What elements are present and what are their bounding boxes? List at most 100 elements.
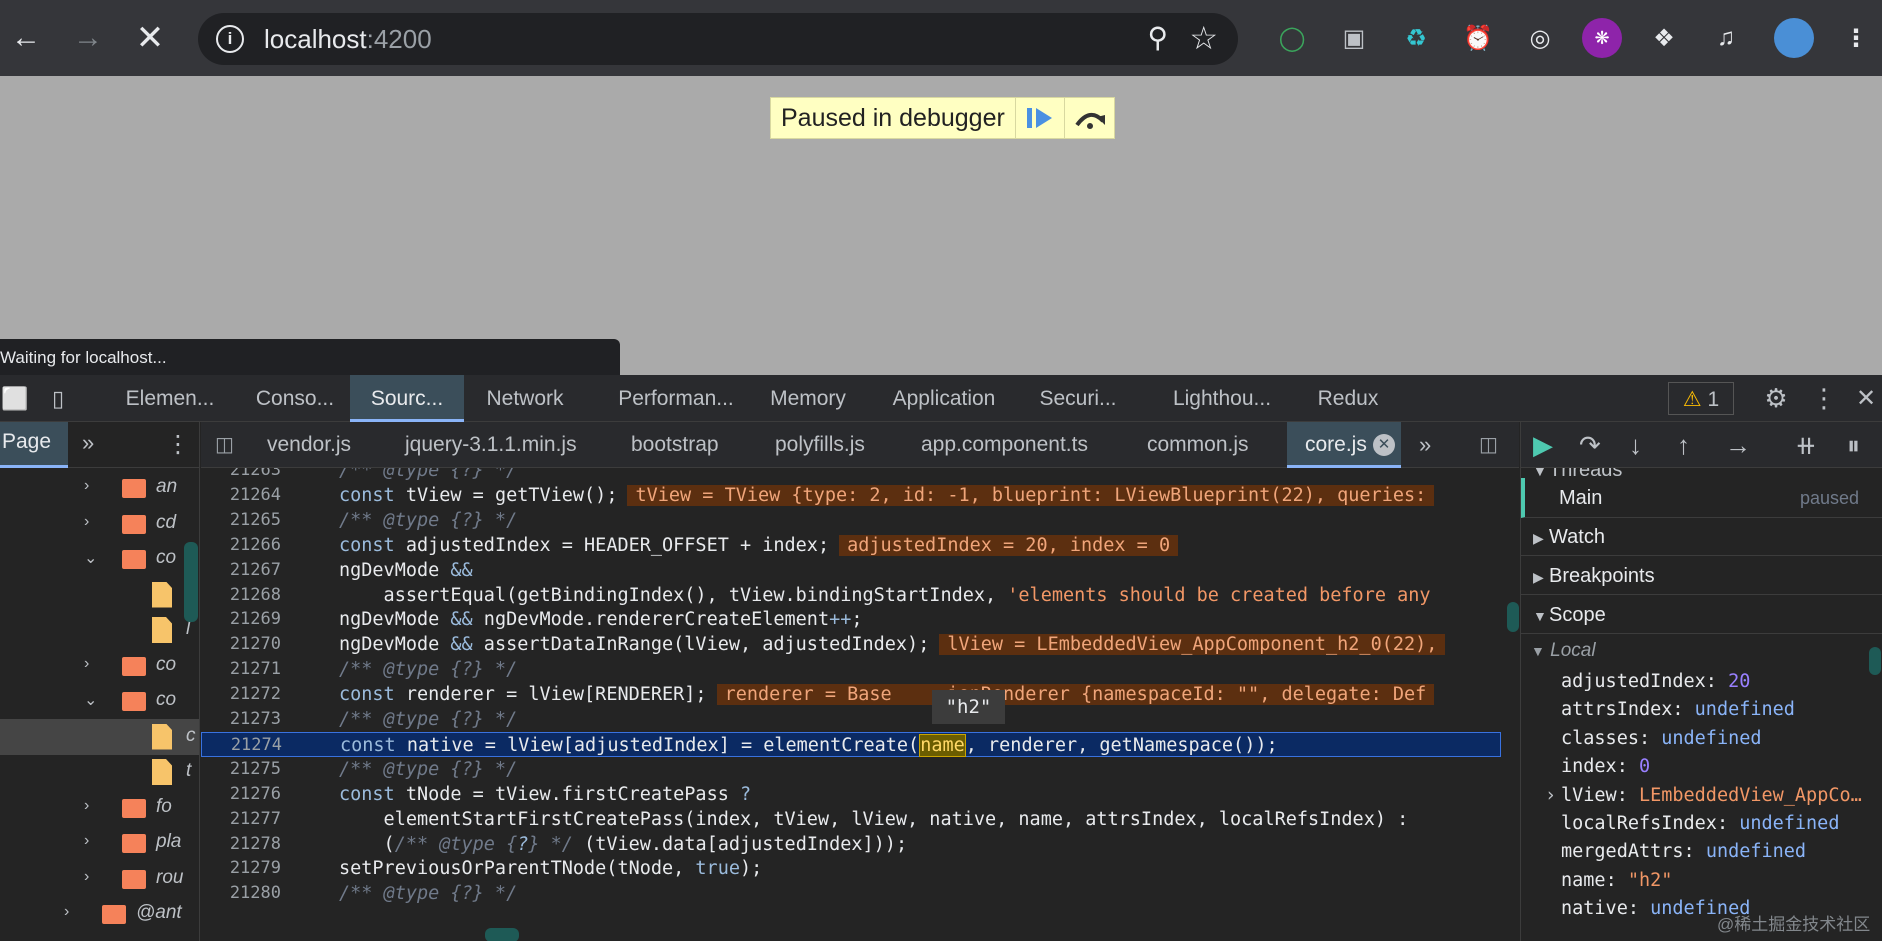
step-over-icon[interactable]: ↷ [1579, 430, 1601, 461]
zoom-icon[interactable]: ⚲ [1147, 21, 1168, 54]
deactivate-breakpoints-icon[interactable]: ⧺ [1795, 430, 1817, 461]
bookmark-star-icon[interactable]: ☆ [1189, 19, 1218, 57]
file-tab-app-component[interactable]: app.component.ts [921, 422, 1088, 468]
more-options-icon[interactable]: ⋮ [1806, 375, 1842, 422]
tab-page[interactable]: Page [0, 422, 68, 468]
tree-item[interactable]: t [0, 754, 199, 790]
code-line[interactable]: 21277 elementStartFirstCreatePass(index,… [201, 807, 1501, 832]
profile-avatar[interactable] [1774, 18, 1814, 58]
scope-variable[interactable]: localRefsIndex: undefined [1561, 810, 1839, 838]
step-out-icon[interactable]: ↑ [1677, 430, 1690, 461]
media-control-icon[interactable]: ♫ [1706, 18, 1746, 58]
settings-gear-icon[interactable]: ⚙ [1756, 375, 1796, 422]
code-line[interactable]: 21272 const renderer = lView[RENDERER]; re… [201, 682, 1501, 707]
tab-sources[interactable]: Sourc... [350, 375, 464, 422]
toggle-navigator-icon[interactable]: ◫ [215, 422, 243, 468]
line-number[interactable]: 21280 [201, 881, 281, 906]
tree-item[interactable]: › cd [0, 506, 199, 542]
scope-section-header[interactable]: ▼ Scope [1521, 596, 1882, 634]
sidebar-scrollbar[interactable] [1869, 647, 1881, 675]
scope-variable[interactable]: name: "h2" [1561, 867, 1672, 895]
file-tab-jquery[interactable]: jquery-3.1.1.min.js [405, 422, 577, 468]
code-line[interactable]: 21274 const native = lView[adjustedIndex]… [201, 731, 1501, 758]
extension-graphql-icon[interactable]: ❋ [1582, 18, 1622, 58]
line-number[interactable]: 21266 [201, 533, 281, 558]
line-number[interactable]: 21264 [201, 483, 281, 508]
tab-security[interactable]: Securi... [1028, 375, 1128, 422]
line-number[interactable]: 21268 [201, 583, 281, 608]
extension-alarm-icon[interactable]: ⏰ [1458, 18, 1498, 58]
scope-variable[interactable]: classes: undefined [1561, 725, 1762, 753]
code-line[interactable]: 21267 ngDevMode && [201, 558, 1501, 583]
line-number[interactable]: 21279 [201, 856, 281, 881]
file-tab-common[interactable]: common.js [1147, 422, 1249, 468]
code-line[interactable]: 21268 assertEqual(getBindingIndex(), tVi… [201, 583, 1501, 608]
file-tab-polyfills[interactable]: polyfills.js [775, 422, 865, 468]
code-line[interactable]: 21270 ngDevMode && assertDataInRange(lVie… [201, 632, 1501, 657]
expand-chevron-icon[interactable]: › [1545, 782, 1556, 810]
chevron-right-icon[interactable]: › [64, 903, 69, 921]
tree-item[interactable]: › @ant [0, 896, 199, 932]
stop-loading-icon[interactable]: ✕ [130, 18, 170, 58]
tab-application[interactable]: Application [876, 375, 1012, 422]
step-icon[interactable]: → [1725, 430, 1751, 461]
chevron-right-icon[interactable]: › [84, 655, 89, 673]
local-scope-header[interactable]: ▼ Local [1531, 640, 1596, 662]
threads-section-header[interactable]: ▼Threads [1521, 468, 1882, 478]
tab-performance[interactable]: Performan... [596, 375, 756, 422]
code-line[interactable]: 21264 const tView = getTView(); tView = TV… [201, 483, 1501, 508]
extension-recycle-icon[interactable]: ♻ [1396, 18, 1436, 58]
code-area[interactable]: 21263 /** @type {?} */ 21264 const tView = … [201, 468, 1519, 918]
code-line[interactable]: 21273 /** @type {?} */ [201, 707, 1501, 732]
line-number[interactable]: 21275 [201, 757, 281, 782]
close-tab-icon[interactable]: ✕ [1373, 434, 1395, 456]
file-tab-core[interactable]: core.js ✕ [1287, 422, 1401, 468]
line-number[interactable]: 21274 [202, 733, 282, 758]
code-line[interactable]: 21266 const adjustedIndex = HEADER_OFFSET… [201, 533, 1501, 558]
chevron-down-icon[interactable]: ⌄ [84, 548, 97, 568]
line-number[interactable]: 21272 [201, 682, 281, 707]
warnings-badge[interactable]: ⚠ 1 [1668, 382, 1734, 415]
tree-item[interactable]: c [0, 718, 199, 755]
tab-redux[interactable]: Redux [1306, 375, 1390, 422]
file-tab-vendor[interactable]: vendor.js [267, 422, 351, 468]
line-number[interactable]: 21278 [201, 832, 281, 857]
tab-network[interactable]: Network [474, 375, 576, 422]
chevron-down-icon[interactable]: ⌄ [84, 690, 97, 710]
step-into-icon[interactable]: ↓ [1629, 430, 1642, 461]
line-number[interactable]: 21269 [201, 607, 281, 632]
tree-item[interactable]: › rou [0, 861, 199, 897]
line-number[interactable]: 21267 [201, 558, 281, 583]
pause-on-exceptions-icon[interactable]: ⏸ [1847, 430, 1860, 462]
line-number[interactable]: 21270 [201, 632, 281, 657]
tab-memory[interactable]: Memory [756, 375, 860, 422]
tree-item[interactable]: › co [0, 648, 199, 684]
scope-variable[interactable]: › lView: LEmbeddedView_AppCo… [1545, 782, 1862, 810]
tree-item[interactable]: › fo [0, 790, 199, 826]
tree-item[interactable]: ⌄ co [0, 541, 199, 577]
code-line[interactable]: 21275 /** @type {?} */ [201, 757, 1501, 782]
chevron-right-icon[interactable]: › [84, 868, 89, 886]
resume-script-icon[interactable]: ▶ [1533, 430, 1553, 461]
line-number[interactable]: 21277 [201, 807, 281, 832]
line-number[interactable]: 21273 [201, 707, 281, 732]
watch-section-header[interactable]: ▶ Watch [1521, 518, 1882, 556]
line-number[interactable]: 21271 [201, 657, 281, 682]
code-line[interactable]: 21278 (/** @type {?} */ (tView.data[adju… [201, 832, 1501, 857]
extensions-puzzle-icon[interactable]: ❖ [1644, 18, 1684, 58]
scope-variable[interactable]: adjustedIndex: 20 [1561, 668, 1750, 696]
breakpoints-section-header[interactable]: ▶ Breakpoints [1521, 557, 1882, 595]
chevron-right-icon[interactable]: › [84, 832, 89, 850]
tab-elements[interactable]: Elemen... [110, 375, 230, 422]
more-tabs-chevron-icon[interactable]: » [82, 430, 94, 456]
extension-glasses-icon[interactable]: ◯ [1272, 18, 1312, 58]
tab-lighthouse[interactable]: Lighthou... [1160, 375, 1284, 422]
scope-variable[interactable]: index: 0 [1561, 753, 1650, 781]
tree-item[interactable]: l [0, 612, 199, 648]
tab-console[interactable]: Conso... [240, 375, 350, 422]
chevron-right-icon[interactable]: › [84, 513, 89, 531]
extension-target-icon[interactable]: ◎ [1520, 18, 1560, 58]
tree-item[interactable]: › pla [0, 825, 199, 861]
address-bar[interactable]: i localhost:4200 ⚲ ☆ [198, 13, 1238, 65]
editor-horizontal-scrollbar[interactable] [485, 928, 519, 941]
